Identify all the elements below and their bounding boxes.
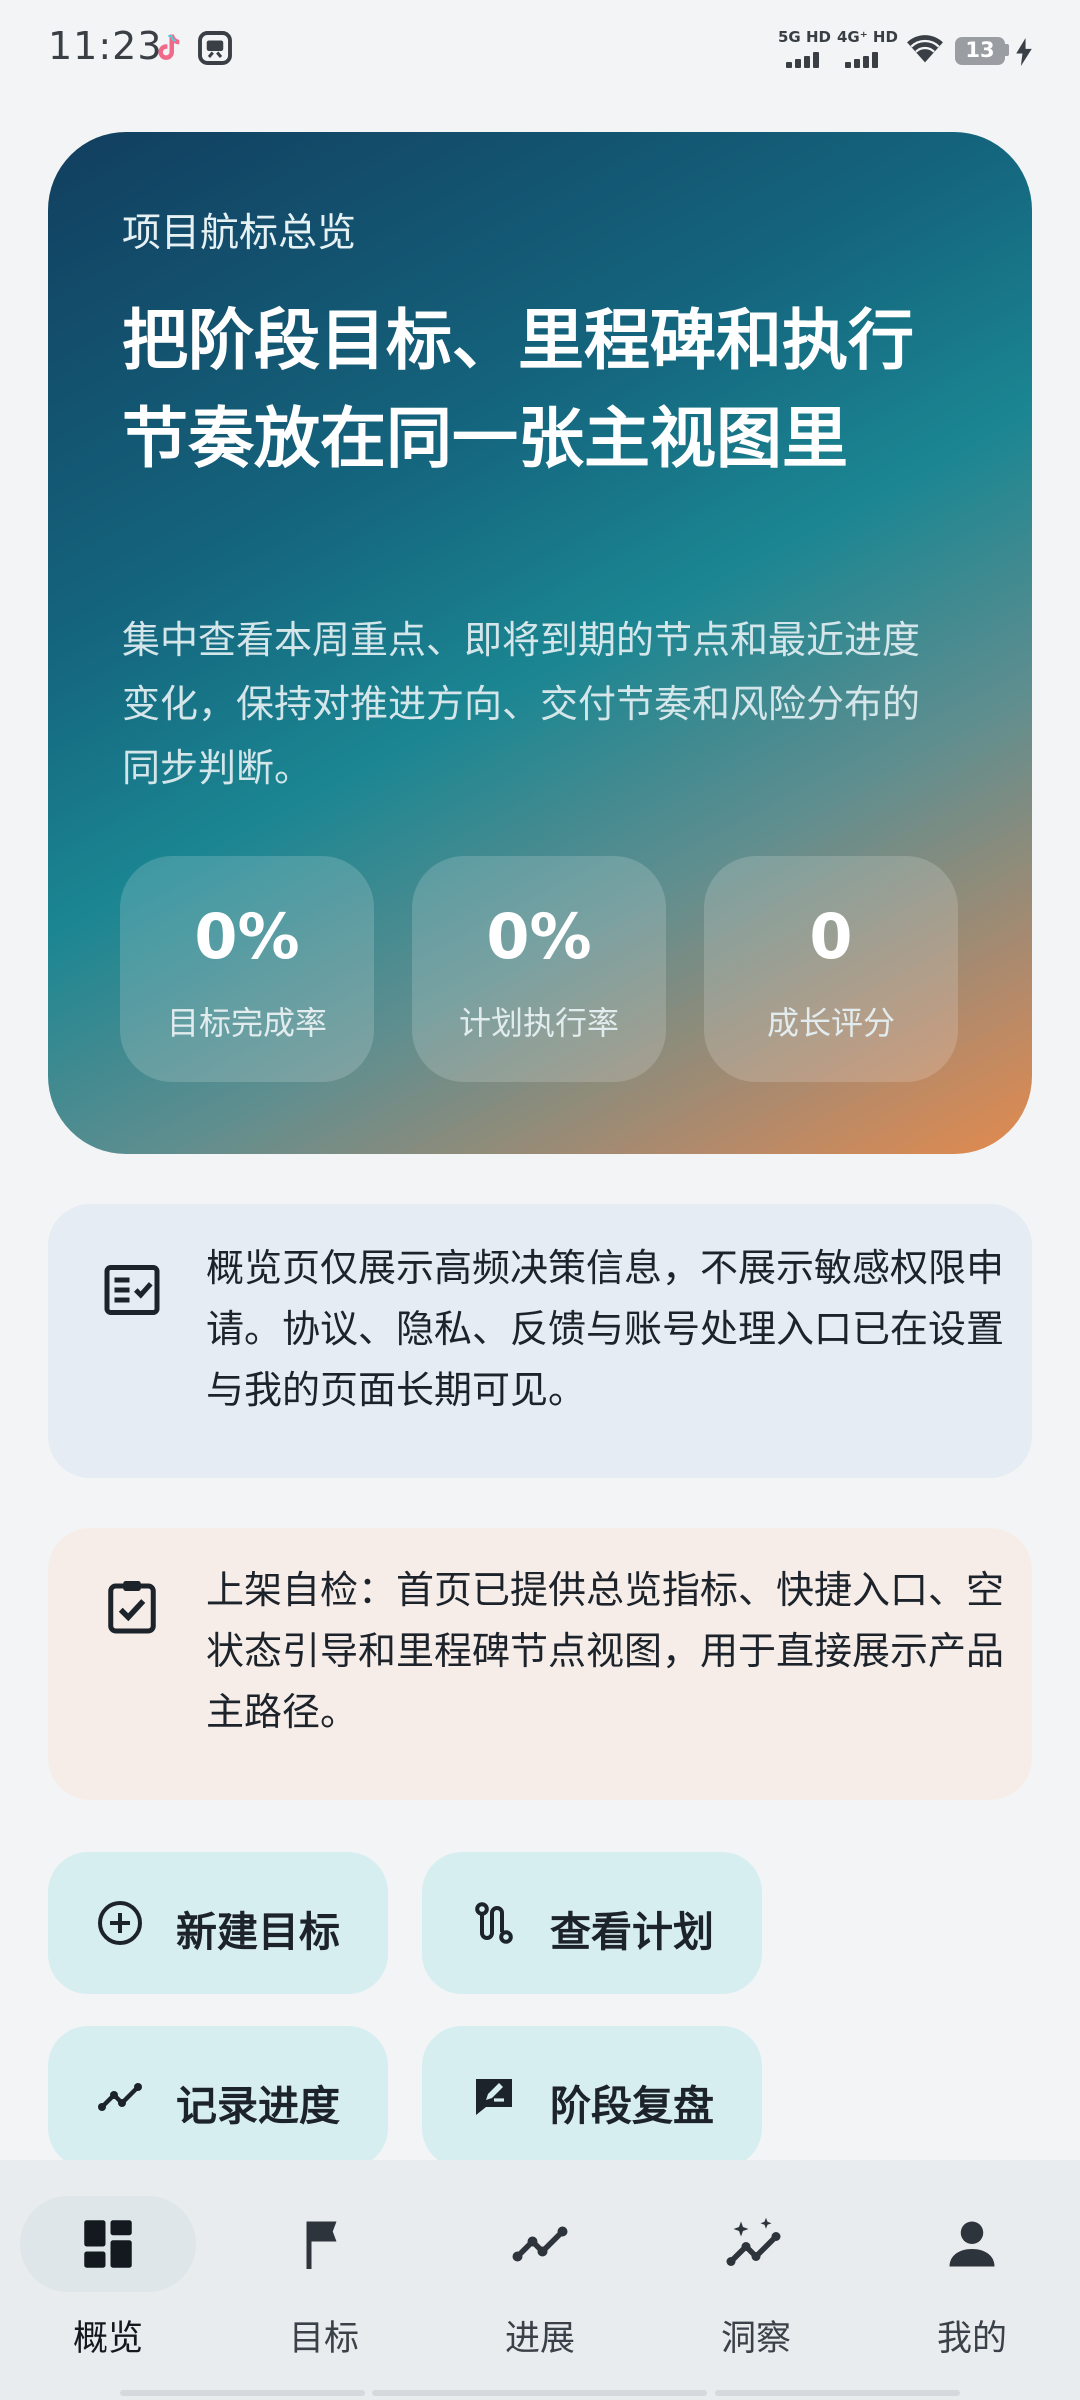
- stat-value: 0: [809, 900, 853, 973]
- stat-plan-execution: 0% 计划执行率: [412, 856, 666, 1082]
- trend-line-icon: [512, 2226, 568, 2262]
- stat-value: 0%: [486, 900, 592, 973]
- route-icon: [475, 1902, 513, 1944]
- view-plan-button[interactable]: 查看计划: [422, 1852, 762, 1994]
- signal-2-label: 4G⁺ HD: [837, 28, 898, 46]
- new-goal-button[interactable]: 新建目标: [48, 1852, 388, 1994]
- battery-level: 13: [965, 38, 995, 62]
- signal-5g-icon: 5G HD: [778, 28, 834, 68]
- stat-label: 目标完成率: [166, 1004, 327, 1042]
- add-circle-icon: [98, 1901, 142, 1945]
- stat-growth-score: 0 成长评分: [704, 856, 958, 1082]
- edit-comment-icon: [476, 2079, 512, 2115]
- signal-1-label: 5G HD: [778, 28, 831, 46]
- nav-label: 进展: [504, 2319, 575, 2359]
- hero-description: 集中查看本周重点、即将到期的节点和最近进度变化，保持对推进方向、交付节奏和风险分…: [122, 618, 921, 790]
- action-label: 查看计划: [550, 1908, 714, 1956]
- nav-label: 我的: [936, 2319, 1007, 2359]
- clipboard-check-icon: [108, 1581, 156, 1634]
- gesture-bar: [372, 2390, 707, 2396]
- bottom-navigation: 概览 目标 进展 洞察 我的: [0, 2160, 1080, 2400]
- charging-icon: [1016, 38, 1032, 66]
- stat-goal-completion: 0% 目标完成率: [120, 856, 374, 1082]
- nav-label: 目标: [288, 2319, 359, 2359]
- stage-review-button[interactable]: 阶段复盘: [422, 2026, 762, 2168]
- flag-icon: [306, 2221, 337, 2269]
- nav-item-progress[interactable]: 进展: [432, 2160, 648, 2380]
- battery-tip: [1005, 44, 1009, 56]
- dashboard-icon: [84, 2220, 132, 2268]
- signal-4g-icon: 4G⁺ HD: [837, 28, 898, 68]
- nav-item-goals[interactable]: 目标: [216, 2160, 432, 2380]
- notice-card-overview: 概览页仅展示高频决策信息，不展示敏感权限申请。协议、隐私、反馈与账号处理入口已在…: [48, 1204, 1032, 1478]
- hero-eyebrow: 项目航标总览: [122, 211, 357, 256]
- action-label: 新建目标: [176, 1908, 340, 1956]
- notice-text: 概览页仅展示高频决策信息，不展示敏感权限申请。协议、隐私、反馈与账号处理入口已在…: [206, 1246, 1005, 1412]
- status-bar: 11:23 5G HD 4G⁺ HD 13: [0, 0, 1080, 100]
- nav-item-overview[interactable]: 概览: [0, 2160, 216, 2380]
- insights-icon: [726, 2217, 781, 2266]
- trend-line-icon: [98, 2083, 142, 2111]
- nav-item-insights[interactable]: 洞察: [648, 2160, 864, 2380]
- nav-label: 概览: [72, 2319, 143, 2359]
- hero-title: 把阶段目标、里程碑和执行节奏放在同一张主视图里: [122, 302, 914, 477]
- nav-item-mine[interactable]: 我的: [864, 2160, 1080, 2380]
- stat-label: 计划执行率: [458, 1004, 619, 1042]
- stat-value: 0%: [194, 900, 300, 973]
- gesture-bar: [120, 2390, 365, 2396]
- gesture-bar: [715, 2390, 960, 2396]
- person-icon: [949, 2221, 995, 2267]
- notice-text: 上架自检：首页已提供总览指标、快捷入口、空状态引导和里程碑节点视图，用于直接展示…: [206, 1568, 1005, 1734]
- notice-card-self-check: 上架自检：首页已提供总览指标、快捷入口、空状态引导和里程碑节点视图，用于直接展示…: [48, 1528, 1032, 1800]
- nav-label: 洞察: [720, 2319, 791, 2359]
- battery-icon: 13: [955, 37, 1005, 65]
- action-label: 阶段复盘: [550, 2082, 714, 2130]
- tiktok-icon: [158, 34, 180, 60]
- stat-label: 成长评分: [766, 1004, 895, 1042]
- wifi-icon: [907, 35, 943, 63]
- record-progress-button[interactable]: 记录进度: [48, 2026, 388, 2168]
- action-label: 记录进度: [176, 2082, 340, 2130]
- app-notification-icon: [198, 31, 232, 65]
- status-time: 11:23: [48, 24, 163, 68]
- overview-hero-card: 项目航标总览 把阶段目标、里程碑和执行节奏放在同一张主视图里 集中查看本周重点、…: [48, 132, 1032, 1154]
- checklist-icon: [104, 1265, 160, 1315]
